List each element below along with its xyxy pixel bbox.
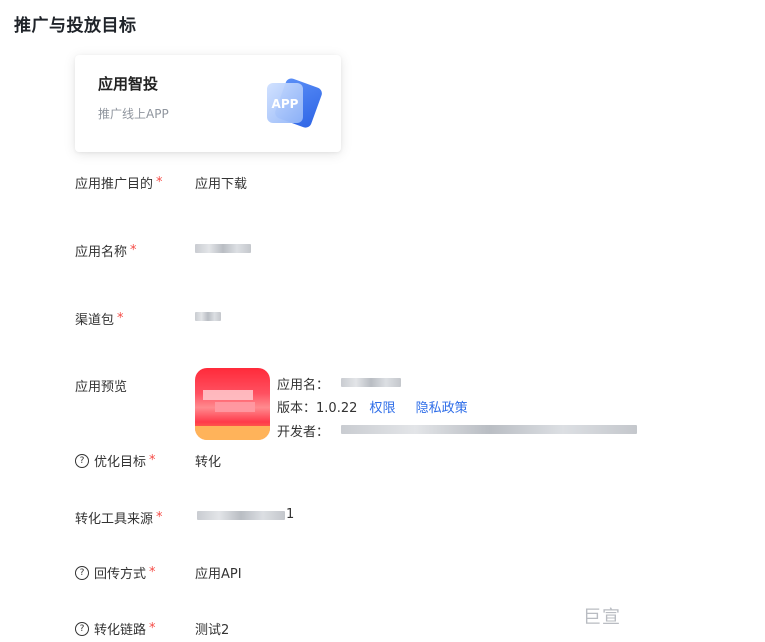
help-icon[interactable]: ? bbox=[75, 565, 89, 580]
optimize-goal-label-text: 优化目标 bbox=[94, 455, 147, 470]
app-name-label-text: 应用名称 bbox=[75, 245, 128, 260]
promotion-goal-value: 应用下载 bbox=[195, 177, 248, 192]
required-mark: * bbox=[156, 175, 163, 190]
conversion-link-label-text: 转化链路 bbox=[94, 623, 147, 638]
required-mark: * bbox=[149, 565, 156, 580]
channel-package-label-text: 渠道包 bbox=[75, 313, 115, 328]
app-preview-thumbnail bbox=[195, 368, 270, 440]
conversion-tool-label: 转化工具来源 * bbox=[75, 508, 163, 527]
app-name-value-redacted bbox=[195, 244, 251, 253]
help-icon[interactable]: ? bbox=[75, 453, 89, 468]
app-preview-label-text: 应用预览 bbox=[75, 380, 128, 395]
required-mark: * bbox=[130, 243, 137, 258]
callback-method-label: ? 回传方式 * bbox=[75, 563, 156, 582]
preview-developer-label: 开发者： bbox=[277, 425, 330, 440]
promotion-goal-label: 应用推广目的 * bbox=[75, 173, 163, 192]
card-title: 应用智投 bbox=[98, 75, 159, 93]
conversion-tool-label-text: 转化工具来源 bbox=[75, 512, 154, 527]
conversion-tool-value-suffix: 1 bbox=[286, 507, 295, 522]
app-preview-label: 应用预览 bbox=[75, 376, 127, 395]
app-icon: APP bbox=[267, 78, 322, 128]
channel-package-label: 渠道包 * bbox=[75, 309, 124, 328]
app-smart-delivery-card[interactable]: 应用智投 推广线上APP APP bbox=[75, 55, 341, 152]
section-title: 推广与投放目标 bbox=[14, 16, 137, 36]
watermark: 巨宣 bbox=[583, 607, 621, 628]
privacy-policy-link[interactable]: 隐私政策 bbox=[416, 401, 468, 416]
preview-version-line: 版本：1.0.22 权限 隐私政策 bbox=[277, 397, 468, 416]
required-mark: * bbox=[149, 453, 156, 468]
preview-app-name-label: 应用名： bbox=[277, 378, 330, 393]
help-icon[interactable]: ? bbox=[75, 621, 89, 636]
preview-app-name-line: 应用名： bbox=[277, 374, 329, 393]
optimize-goal-label: ? 优化目标 * bbox=[75, 451, 156, 470]
preview-developer-line: 开发者： bbox=[277, 421, 329, 440]
preview-app-name-redacted bbox=[341, 378, 401, 387]
app-name-label: 应用名称 * bbox=[75, 241, 137, 260]
required-mark: * bbox=[117, 311, 124, 326]
preview-version-value: 1.0.22 bbox=[316, 401, 358, 416]
app-icon-label: APP bbox=[272, 97, 299, 111]
card-subtitle: 推广线上APP bbox=[98, 107, 169, 121]
callback-method-label-text: 回传方式 bbox=[94, 567, 147, 582]
preview-developer-redacted bbox=[341, 425, 637, 434]
conversion-link-label: ? 转化链路 * bbox=[75, 619, 156, 638]
permission-link[interactable]: 权限 bbox=[370, 401, 396, 416]
conversion-tool-value-redacted bbox=[197, 511, 285, 520]
callback-method-value: 应用API bbox=[195, 567, 242, 582]
preview-version-label: 版本： bbox=[277, 401, 317, 416]
required-mark: * bbox=[156, 510, 163, 525]
required-mark: * bbox=[149, 621, 156, 636]
channel-package-value-redacted bbox=[195, 312, 221, 321]
conversion-link-value: 测试2 bbox=[195, 623, 230, 638]
optimize-goal-value: 转化 bbox=[195, 455, 222, 470]
promotion-goal-label-text: 应用推广目的 bbox=[75, 177, 154, 192]
